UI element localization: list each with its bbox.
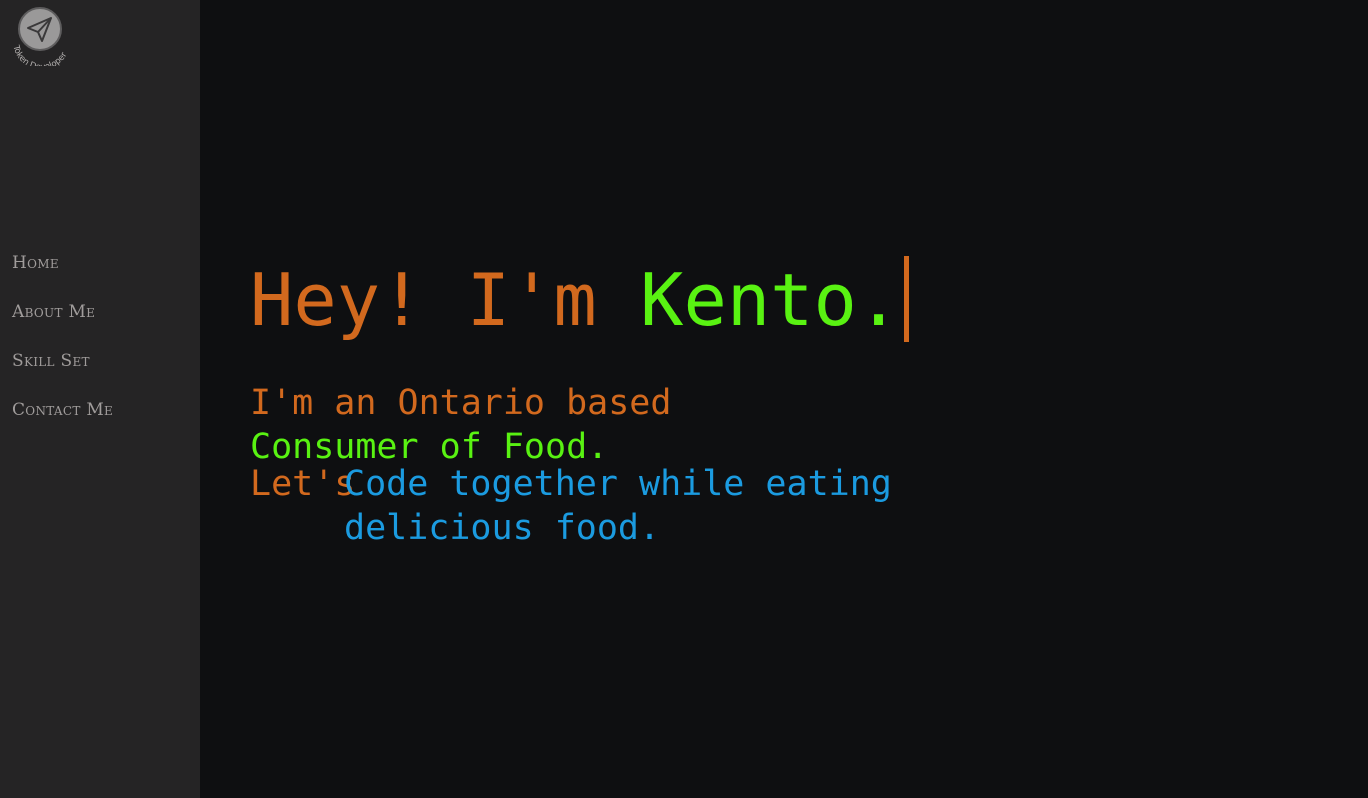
intro-line-1: I'm an Ontario based [250,383,672,423]
nav-menu: Home About Me Skill Set Contact Me [12,253,113,449]
intro-line-3: Let'sCode together while eating [250,462,892,506]
logo[interactable]: Token Developer [8,4,74,66]
nav-item-contact-me[interactable]: Contact Me [12,400,113,449]
typing-cursor [904,256,910,342]
intro-lets: Let's [250,464,356,504]
intro-line-4: delicious food. [344,508,661,548]
hero-name: Kento. [640,258,901,342]
nav-item-skill-set[interactable]: Skill Set [12,351,113,400]
main-content: Hey! I'm Kento. I'm an Ontario based Con… [200,0,1368,798]
intro-code-together: Code together while eating [344,464,892,504]
nav-item-home[interactable]: Home [12,253,113,302]
sidebar: Token Developer Home About Me Skill Set … [0,0,200,798]
hero-heading: Hey! I'm Kento. [250,256,910,348]
nav-item-about-me[interactable]: About Me [12,302,113,351]
hero-greeting: Hey! I'm [250,258,641,342]
